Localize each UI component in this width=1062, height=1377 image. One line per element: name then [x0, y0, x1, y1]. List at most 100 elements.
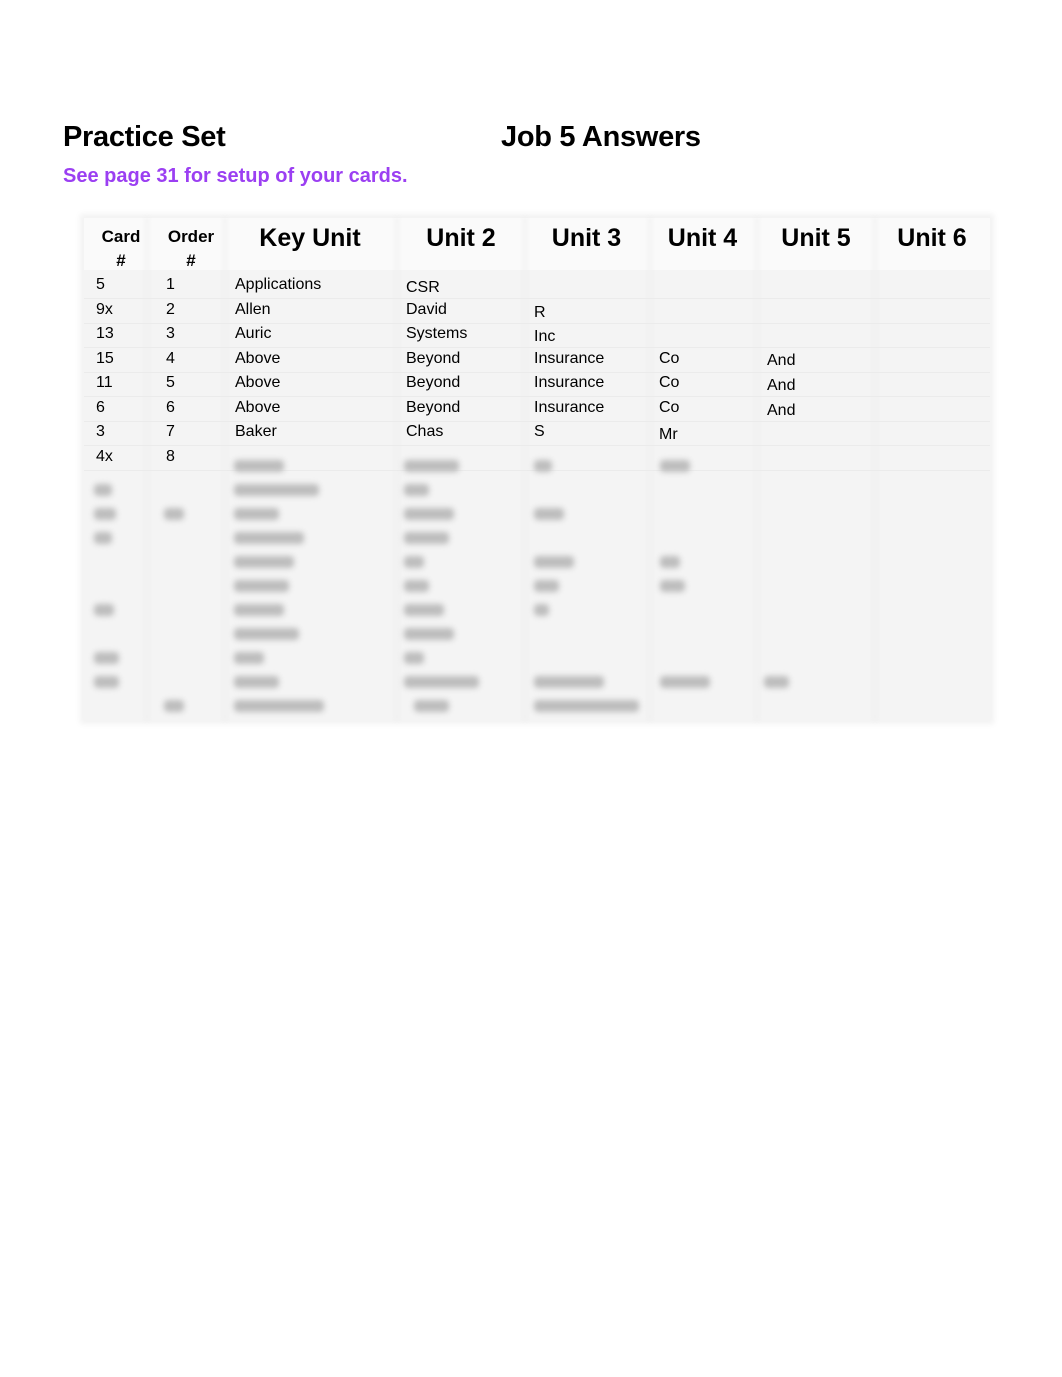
- table-cell: 15: [96, 349, 114, 367]
- blurred-text: [534, 508, 564, 520]
- row-divider: [84, 298, 990, 299]
- blurred-text: [414, 700, 449, 712]
- blurred-text: [164, 508, 184, 520]
- table-cell: Insurance: [534, 398, 605, 416]
- table-cell: Beyond: [406, 374, 461, 391]
- table-cell: 4: [166, 349, 175, 367]
- blurred-text: [404, 580, 429, 592]
- blurred-text: [94, 652, 119, 664]
- table-cell: 11: [96, 374, 113, 391]
- blurred-text: [234, 676, 279, 688]
- blurred-text: [404, 484, 429, 496]
- table-cell: Allen: [235, 300, 271, 318]
- row-divider: [84, 347, 990, 348]
- blurred-text: [534, 580, 559, 592]
- blurred-text: [404, 556, 424, 568]
- blurred-text: [660, 580, 685, 592]
- col-header-order-line2: #: [186, 251, 196, 270]
- table-cell: Chas: [406, 423, 444, 440]
- setup-instruction: See page 31 for setup of your cards.: [63, 165, 408, 187]
- table-cell: Co: [659, 349, 680, 367]
- table-cell: 3: [96, 423, 105, 440]
- answers-table: Card # Order # Key Unit Unit 2 Unit 3 Un…: [84, 218, 990, 720]
- col-header-card-line1: Card: [101, 227, 141, 246]
- table-cell: Beyond: [406, 398, 461, 416]
- table-cell: And: [767, 377, 796, 394]
- row-divider: [84, 371, 990, 373]
- table-cell: Above: [235, 398, 281, 416]
- table-cell: And: [767, 401, 796, 419]
- blurred-text: [234, 532, 304, 544]
- blurred-text: [94, 532, 112, 544]
- blurred-text: [534, 556, 574, 568]
- blurred-text: [234, 556, 294, 568]
- table-cell: S: [534, 423, 545, 440]
- table-cell: Insurance: [534, 374, 605, 391]
- table-cell: David: [406, 300, 447, 318]
- table-cell: 9x: [96, 300, 113, 318]
- table-cell: 3: [166, 325, 175, 342]
- row-divider: [84, 322, 990, 324]
- col-header-unit-4: Unit 4: [667, 224, 738, 252]
- blurred-text: [534, 700, 639, 712]
- blurred-text: [404, 460, 459, 472]
- col-header-card-line2: #: [116, 251, 126, 270]
- table-cell: 6: [166, 398, 175, 416]
- table-cell: And: [767, 351, 796, 369]
- table-cell: Above: [235, 349, 281, 367]
- blurred-text: [404, 628, 454, 640]
- table-cell: Co: [659, 398, 680, 416]
- blurred-text: [234, 460, 284, 472]
- blurred-text: [404, 604, 444, 616]
- blurred-text: [94, 604, 114, 616]
- table-cell: 2: [166, 300, 175, 318]
- blurred-text: [660, 556, 680, 568]
- table-cell: 1: [166, 276, 175, 293]
- blurred-text: [660, 460, 690, 472]
- col-header-order-line1: Order: [167, 227, 215, 246]
- blurred-text: [234, 604, 284, 616]
- blurred-text: [764, 676, 789, 688]
- blurred-text: [164, 700, 184, 712]
- page-title: Practice Set: [63, 121, 226, 153]
- table-cell: 5: [96, 276, 105, 293]
- col-header-unit-2: Unit 2: [426, 224, 496, 252]
- blurred-text: [234, 700, 324, 712]
- blurred-text: [534, 460, 552, 472]
- blurred-text: [404, 532, 449, 544]
- table-cell: R: [534, 303, 546, 321]
- blurred-text: [404, 508, 454, 520]
- blurred-text: [660, 676, 710, 688]
- blurred-rows: [84, 460, 990, 720]
- table-cell: 5: [166, 374, 175, 391]
- table-cell: Baker: [235, 423, 277, 440]
- blurred-text: [404, 676, 479, 688]
- table-cell: Inc: [534, 328, 556, 345]
- row-divider: [84, 396, 990, 397]
- col-header-unit-6: Unit 6: [897, 224, 967, 252]
- blurred-text: [234, 652, 264, 664]
- table-cell: Beyond: [406, 349, 461, 367]
- blurred-text: [94, 676, 119, 688]
- col-header-unit-5: Unit 5: [781, 224, 851, 252]
- col-header-card: Card #: [84, 225, 158, 273]
- blurred-text: [234, 484, 319, 496]
- row-divider: [84, 420, 990, 422]
- table-cell: Above: [235, 374, 281, 391]
- blurred-text: [94, 508, 116, 520]
- col-header-order: Order #: [156, 225, 226, 273]
- table-cell: 6: [96, 398, 105, 416]
- col-header-key-unit: Key Unit: [259, 224, 361, 252]
- table-cell: Insurance: [534, 349, 605, 367]
- blurred-text: [94, 484, 112, 496]
- table-cell: Auric: [235, 325, 272, 342]
- blurred-text: [234, 628, 299, 640]
- blurred-text: [234, 580, 289, 592]
- blurred-text: [534, 604, 549, 616]
- table-cell: 13: [96, 325, 114, 342]
- blurred-text: [404, 652, 424, 664]
- table-cell: Mr: [659, 426, 678, 443]
- row-divider: [84, 445, 990, 446]
- blurred-text: [534, 676, 604, 688]
- table-cell: Co: [659, 374, 680, 391]
